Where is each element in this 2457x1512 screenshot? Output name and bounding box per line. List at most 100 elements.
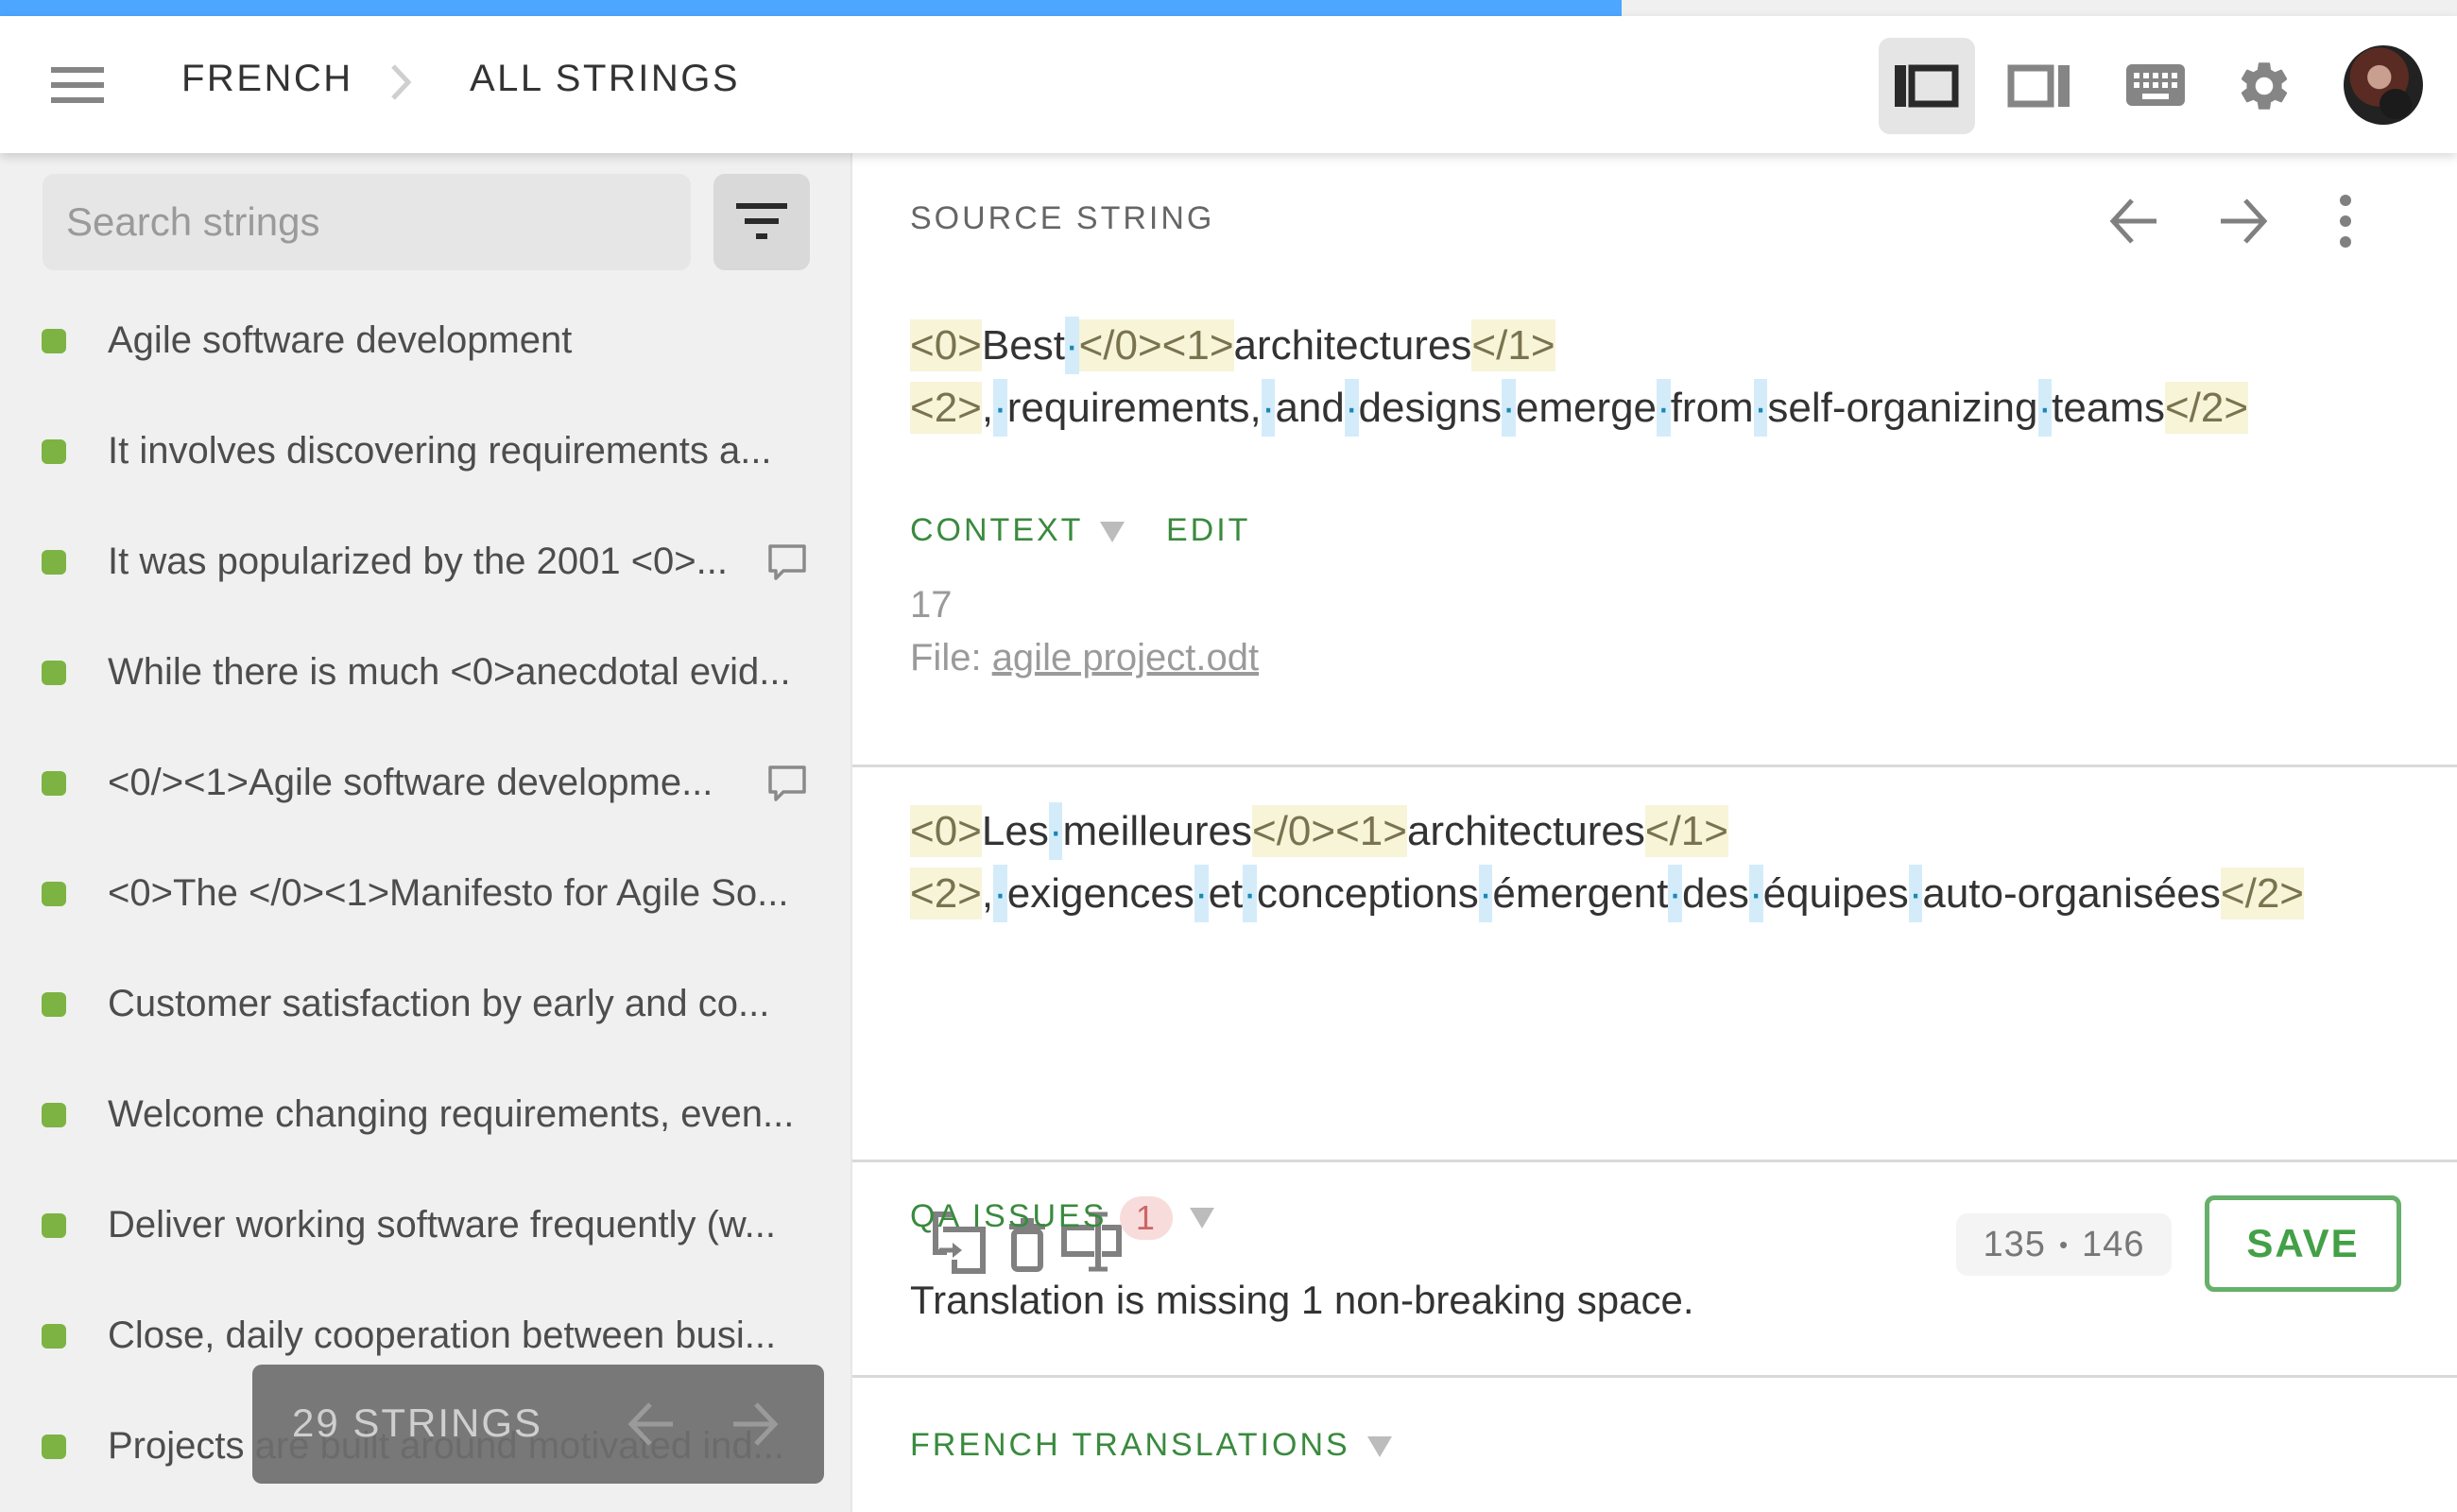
space-marker: · — [1344, 379, 1359, 437]
keyboard-icon — [2126, 64, 2185, 106]
string-list-item[interactable]: It was popularized by the 2001 <0>... — [0, 507, 850, 617]
more-vertical-icon[interactable] — [2327, 193, 2364, 249]
space-marker: · — [2037, 379, 2053, 437]
text-segment: et — [1208, 870, 1244, 917]
context-number: 17 — [910, 584, 953, 626]
translation-length: 146 — [2082, 1224, 2145, 1264]
space-marker: · — [993, 865, 1007, 922]
keyboard-shortcuts-button[interactable] — [2107, 38, 2204, 134]
placeable-tag: </2> — [2164, 382, 2249, 434]
status-indicator — [42, 660, 66, 685]
text-segment: Best — [981, 322, 1065, 369]
status-indicator — [42, 770, 66, 796]
divider — [852, 1375, 2457, 1378]
context-toggle[interactable]: CONTEXT — [910, 512, 1125, 549]
editor-panel: SOURCE STRING <0>Best·</0><1>architectur… — [852, 153, 2457, 1512]
breadcrumb-language[interactable]: FRENCH — [181, 58, 353, 100]
space-marker: · — [1657, 379, 1671, 437]
context-file: File: agile project.odt — [910, 637, 1259, 679]
sidebar-left-layout-button[interactable] — [1879, 38, 1975, 134]
text-segment: from — [1670, 385, 1754, 431]
status-indicator — [42, 991, 66, 1017]
context-label: CONTEXT — [910, 512, 1084, 548]
sidebar-right-layout-button[interactable] — [1991, 38, 2088, 134]
filter-button[interactable] — [713, 174, 810, 270]
user-avatar[interactable] — [2344, 45, 2423, 125]
settings-button[interactable] — [2216, 38, 2312, 134]
text-segment: , — [981, 385, 994, 431]
text-segment: auto-organisées — [1922, 870, 2221, 917]
space-marker: · — [1243, 865, 1257, 922]
search-input[interactable] — [43, 174, 691, 270]
text-segment: self-organizing — [1767, 385, 2038, 431]
caret-down-icon — [1366, 1436, 1392, 1458]
comment-icon — [768, 544, 806, 580]
qa-count-badge: 1 — [1120, 1196, 1174, 1240]
string-list-item[interactable]: While there is much <0>anecdotal evid... — [0, 617, 850, 728]
space-marker: · — [1748, 865, 1763, 922]
space-marker: · — [1668, 865, 1682, 922]
string-list-item[interactable]: Customer satisfaction by early and co... — [0, 949, 850, 1059]
gear-icon — [2241, 62, 2288, 110]
string-list-item[interactable]: Agile software development — [0, 285, 850, 396]
string-list-item[interactable]: <0/><1>Agile software developme... — [0, 728, 850, 838]
status-indicator — [42, 1434, 66, 1459]
text-segment: architectures — [1406, 808, 1645, 854]
status-indicator — [42, 549, 66, 575]
status-indicator — [42, 881, 66, 906]
placeable-tag: </0><1> — [1078, 319, 1234, 371]
placeable-tag: <0> — [910, 319, 982, 371]
chevron-right-icon — [391, 64, 412, 100]
qa-issues-label: QA ISSUES — [910, 1197, 1108, 1234]
space-marker: · — [1064, 317, 1079, 374]
string-list-item-text: Welcome changing requirements, even... — [108, 1093, 795, 1135]
file-prefix: File: — [910, 637, 992, 679]
hamburger-icon[interactable] — [51, 67, 104, 103]
arrow-right-icon[interactable] — [730, 1399, 781, 1450]
text-segment: émergent — [1492, 870, 1669, 917]
string-count-label: 29 STRINGS — [292, 1400, 543, 1445]
text-segment: designs — [1358, 385, 1503, 431]
divider — [852, 1160, 2457, 1162]
translation-editor[interactable]: <0>Les·meilleures</0><1>architectures</1… — [910, 800, 2384, 925]
space-marker: · — [1261, 379, 1276, 437]
space-marker: · — [1478, 865, 1493, 922]
file-link[interactable]: agile project.odt — [992, 637, 1259, 679]
string-list-item-text: Agile software development — [108, 319, 573, 361]
string-list: Agile software development It involves di… — [0, 285, 850, 1502]
string-list-item-text: <0/><1>Agile software developme... — [108, 762, 713, 803]
breadcrumb-all-strings[interactable]: ALL STRINGS — [470, 58, 740, 100]
text-segment: emerge — [1515, 385, 1658, 431]
string-list-item-text: While there is much <0>anecdotal evid... — [108, 651, 791, 693]
string-list-item-text: <0>The </0><1>Manifesto for Agile So... — [108, 872, 789, 914]
space-marker: · — [1908, 865, 1923, 922]
string-list-item-text: Deliver working software frequently (w..… — [108, 1204, 776, 1246]
filter-icon — [736, 203, 787, 239]
space-marker: · — [1502, 379, 1516, 437]
arrow-left-icon[interactable] — [2105, 193, 2162, 249]
space-marker: · — [1194, 865, 1209, 922]
text-segment: équipes — [1762, 870, 1909, 917]
sidebar-right-layout-icon — [2007, 64, 2070, 108]
translations-toggle[interactable]: FRENCH TRANSLATIONS — [910, 1427, 1392, 1464]
string-list-item[interactable]: Welcome changing requirements, even... — [0, 1059, 850, 1170]
string-list-item[interactable]: <0>The </0><1>Manifesto for Agile So... — [0, 838, 850, 949]
text-segment: exigences — [1006, 870, 1194, 917]
arrow-left-icon[interactable] — [626, 1399, 677, 1450]
string-list-item[interactable]: Deliver working software frequently (w..… — [0, 1170, 850, 1280]
status-indicator — [42, 1212, 66, 1238]
arrow-right-icon[interactable] — [2215, 193, 2272, 249]
comment-icon — [768, 765, 806, 801]
caret-down-icon — [1100, 522, 1125, 543]
string-list-item[interactable]: It involves discovering requirements a..… — [0, 396, 850, 507]
string-list-sidebar: Agile software development It involves di… — [0, 153, 852, 1512]
status-indicator — [42, 1102, 66, 1127]
divider — [852, 765, 2457, 767]
save-button[interactable]: SAVE — [2205, 1195, 2401, 1292]
space-marker: · — [1753, 379, 1768, 437]
string-list-item-text: It was popularized by the 2001 <0>... — [108, 541, 728, 582]
string-pager: 29 STRINGS — [252, 1365, 824, 1484]
progress-bar — [0, 0, 2457, 16]
edit-context-button[interactable]: EDIT — [1166, 512, 1250, 549]
qa-issues-toggle[interactable]: QA ISSUES 1 — [910, 1196, 1215, 1240]
